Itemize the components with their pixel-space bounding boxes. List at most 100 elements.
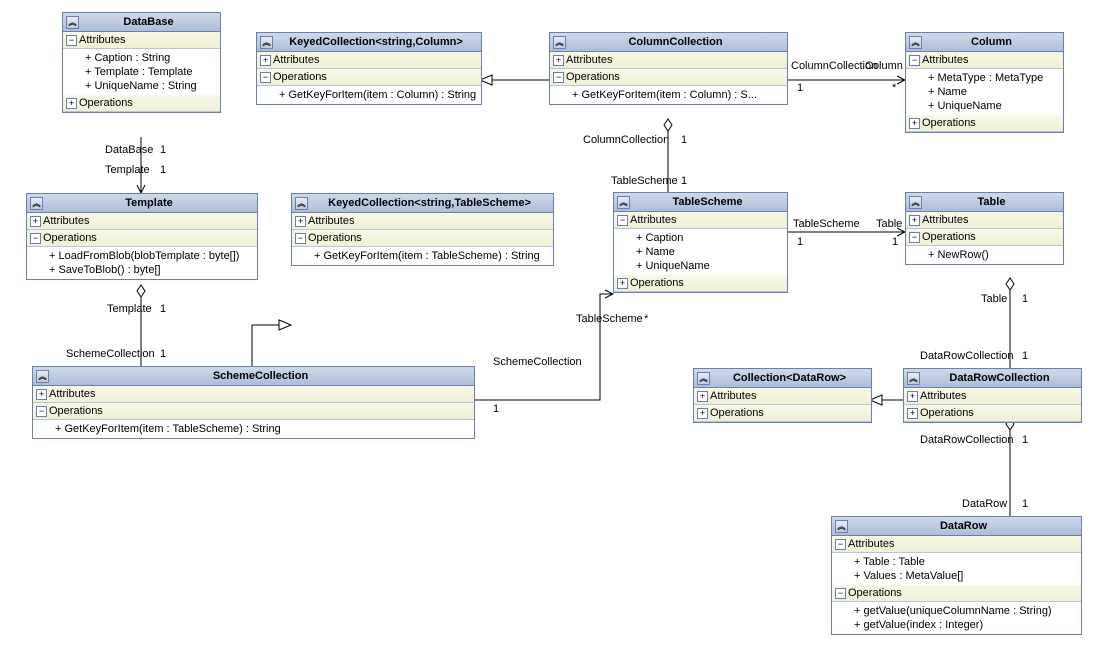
mult-label: 1 (160, 348, 166, 360)
mult-label: 1 (160, 303, 166, 315)
op: + SaveToBlob() : byte[] (27, 263, 257, 277)
class-datarowcollection[interactable]: ︽DataRowCollection +Attributes +Operatio… (903, 368, 1082, 423)
class-columncollection[interactable]: ︽ColumnCollection +Attributes −Operation… (549, 32, 788, 105)
attr: + UniqueName (906, 99, 1063, 113)
mult-label: * (644, 313, 648, 325)
section-attributes[interactable]: +Attributes (292, 213, 553, 230)
chevron-icon[interactable]: ︽ (66, 16, 79, 29)
section-operations[interactable]: +Operations (614, 275, 787, 292)
chevron-icon[interactable]: ︽ (909, 196, 922, 209)
section-operations[interactable]: +Operations (906, 115, 1063, 132)
members: + GetKeyForItem(item : Column) : S... (550, 86, 787, 104)
section-attributes[interactable]: −Attributes (906, 52, 1063, 69)
class-collection-datarow[interactable]: ︽Collection<DataRow> +Attributes +Operat… (693, 368, 872, 423)
chevron-icon[interactable]: ︽ (909, 36, 922, 49)
mult-label: 1 (797, 82, 803, 94)
class-database[interactable]: ︽DataBase −Attributes + Caption : String… (62, 12, 221, 113)
section-operations[interactable]: −Operations (832, 585, 1081, 602)
attr: + Name (906, 85, 1063, 99)
section-operations[interactable]: −Operations (906, 229, 1063, 246)
role-label: DataRowCollection (920, 350, 1014, 362)
role-label: Column (865, 60, 903, 72)
section-attributes[interactable]: +Attributes (904, 388, 1081, 405)
section-attributes[interactable]: +Attributes (257, 52, 481, 69)
class-keyedcollection-column[interactable]: ︽KeyedCollection<string,Column> +Attribu… (256, 32, 482, 105)
mult-label: 1 (160, 144, 166, 156)
section-attributes[interactable]: +Attributes (33, 386, 474, 403)
chevron-icon[interactable]: ︽ (697, 372, 710, 385)
attr: + UniqueName : String (63, 79, 220, 93)
chevron-icon[interactable]: ︽ (617, 196, 630, 209)
chevron-icon[interactable]: ︽ (36, 370, 49, 383)
mult-label: * (892, 82, 896, 94)
mult-label: 1 (681, 134, 687, 146)
class-tablescheme[interactable]: ︽TableScheme −Attributes + Caption + Nam… (613, 192, 788, 293)
mult-label: 1 (1022, 498, 1028, 510)
attr: + Caption (614, 231, 787, 245)
class-keyedcollection-tablescheme[interactable]: ︽KeyedCollection<string,TableScheme> +At… (291, 193, 554, 266)
section-attributes[interactable]: +Attributes (906, 212, 1063, 229)
chevron-icon[interactable]: ︽ (907, 372, 920, 385)
attr: + Caption : String (63, 51, 220, 65)
class-template[interactable]: ︽Template +Attributes −Operations + Load… (26, 193, 258, 280)
role-label: Table (876, 218, 902, 230)
class-table[interactable]: ︽Table +Attributes −Operations + NewRow(… (905, 192, 1064, 265)
section-operations[interactable]: −Operations (257, 69, 481, 86)
chevron-icon[interactable]: ︽ (835, 520, 848, 533)
chevron-icon[interactable]: ︽ (30, 197, 43, 210)
role-label: Template (107, 303, 152, 315)
class-schemecollection[interactable]: ︽SchemeCollection +Attributes −Operation… (32, 366, 475, 439)
mult-label: 1 (1022, 434, 1028, 446)
class-column[interactable]: ︽Column −Attributes + MetaType : MetaTyp… (905, 32, 1064, 133)
attr: + Template : Template (63, 65, 220, 79)
chevron-icon[interactable]: ︽ (260, 36, 273, 49)
op: + GetKeyForItem(item : Column) : S... (550, 88, 787, 102)
members: + LoadFromBlob(blobTemplate : byte[]) + … (27, 247, 257, 279)
members: + getValue(uniqueColumnName : String) + … (832, 602, 1081, 634)
section-attributes[interactable]: +Attributes (27, 213, 257, 230)
attr: + Table : Table (832, 555, 1081, 569)
attr: + MetaType : MetaType (906, 71, 1063, 85)
class-title: ︽Template (27, 194, 257, 213)
chevron-icon[interactable]: ︽ (553, 36, 566, 49)
class-datarow[interactable]: ︽DataRow −Attributes + Table : Table + V… (831, 516, 1082, 635)
uml-canvas: ︽ DataBase −Attributes + Caption : String… (0, 0, 1101, 649)
section-operations[interactable]: −Operations (27, 230, 257, 247)
op: + getValue(index : Integer) (832, 618, 1081, 632)
section-operations[interactable]: −Operations (550, 69, 787, 86)
role-label: TableScheme (611, 175, 678, 187)
members: + Caption + Name + UniqueName (614, 229, 787, 275)
section-attributes[interactable]: −Attributes (63, 32, 220, 49)
mult-label: 1 (681, 175, 687, 187)
section-attributes[interactable]: +Attributes (694, 388, 871, 405)
section-attributes[interactable]: −Attributes (614, 212, 787, 229)
role-label: DataRow (962, 498, 1007, 510)
op: + NewRow() (906, 248, 1063, 262)
chevron-icon[interactable]: ︽ (295, 197, 308, 210)
class-title: ︽Collection<DataRow> (694, 369, 871, 388)
mult-label: 1 (797, 236, 803, 248)
role-label: DataBase (105, 144, 153, 156)
role-label: SchemeCollection (493, 356, 582, 368)
attr: + Values : MetaValue[] (832, 569, 1081, 583)
op: + GetKeyForItem(item : TableScheme) : St… (292, 249, 553, 263)
role-label: Template (105, 164, 150, 176)
attr: + UniqueName (614, 259, 787, 273)
class-title: ︽ColumnCollection (550, 33, 787, 52)
mult-label: 1 (493, 403, 499, 415)
section-operations[interactable]: +Operations (904, 405, 1081, 422)
section-attributes[interactable]: +Attributes (550, 52, 787, 69)
section-attributes[interactable]: −Attributes (832, 536, 1081, 553)
members: + GetKeyForItem(item : Column) : String (257, 86, 481, 104)
section-operations[interactable]: −Operations (33, 403, 474, 420)
class-title: ︽Table (906, 193, 1063, 212)
role-label: DataRowCollection (920, 434, 1014, 446)
section-operations[interactable]: +Operations (63, 95, 220, 112)
section-operations[interactable]: +Operations (694, 405, 871, 422)
section-operations[interactable]: −Operations (292, 230, 553, 247)
class-title: ︽Column (906, 33, 1063, 52)
role-label: TableScheme (793, 218, 860, 230)
role-label: SchemeCollection (66, 348, 155, 360)
members: + Caption : String + Template : Template… (63, 49, 220, 95)
members: + GetKeyForItem(item : TableScheme) : St… (292, 247, 553, 265)
